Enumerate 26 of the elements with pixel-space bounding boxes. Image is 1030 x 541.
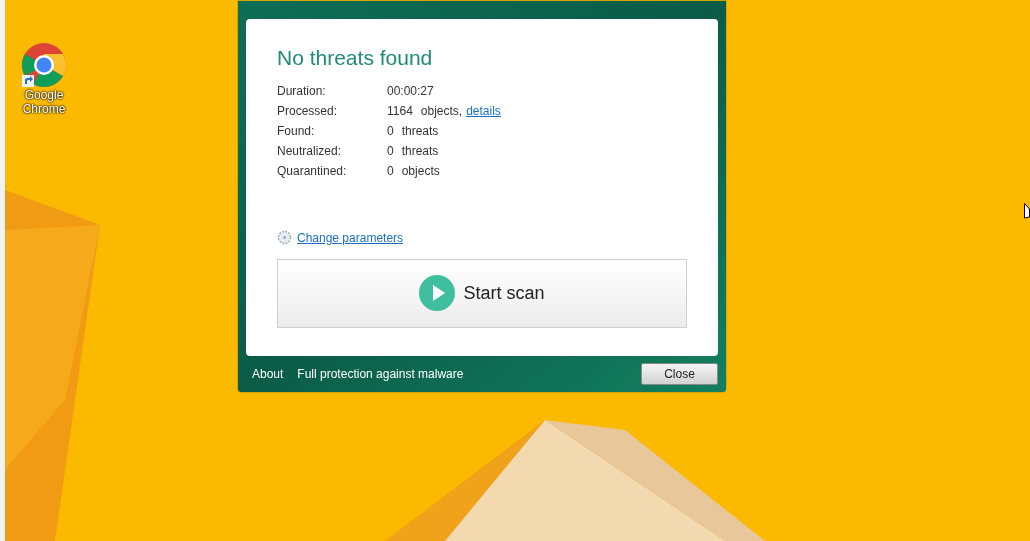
stat-value: 0 <box>387 142 394 160</box>
stat-value: 0 <box>387 162 394 180</box>
stat-unit: objects, <box>420 102 463 120</box>
play-icon <box>419 275 456 312</box>
stat-unit: threats <box>401 122 439 140</box>
result-heading: No threats found <box>277 44 434 71</box>
gear-icon <box>277 230 292 246</box>
stat-label: Duration: <box>277 82 327 100</box>
stat-value: 00:00:27 <box>387 82 434 100</box>
stat-label: Quarantined: <box>277 162 348 180</box>
stat-label: Found: <box>277 122 316 140</box>
change-parameters-link[interactable]: Change parameters <box>297 228 404 247</box>
details-link[interactable]: details <box>466 101 501 120</box>
browser-app-icon[interactable] <box>21 42 67 88</box>
stat-unit: threats <box>401 142 439 160</box>
start-scan-button[interactable]: Start scan <box>277 258 687 328</box>
stat-label: Processed: <box>277 102 339 120</box>
close-button[interactable]: Close <box>641 363 718 386</box>
stat-value: 1164 <box>387 102 413 120</box>
stat-label: Neutralized: <box>277 142 343 160</box>
mouse-cursor-icon <box>1024 203 1030 219</box>
stat-value: 0 <box>387 122 394 140</box>
stat-unit: objects <box>401 162 440 180</box>
desktop-icon-label: Google Chrome <box>21 88 67 116</box>
about-link[interactable]: About <box>252 365 284 384</box>
product-description: Full protection against malware <box>297 366 464 384</box>
